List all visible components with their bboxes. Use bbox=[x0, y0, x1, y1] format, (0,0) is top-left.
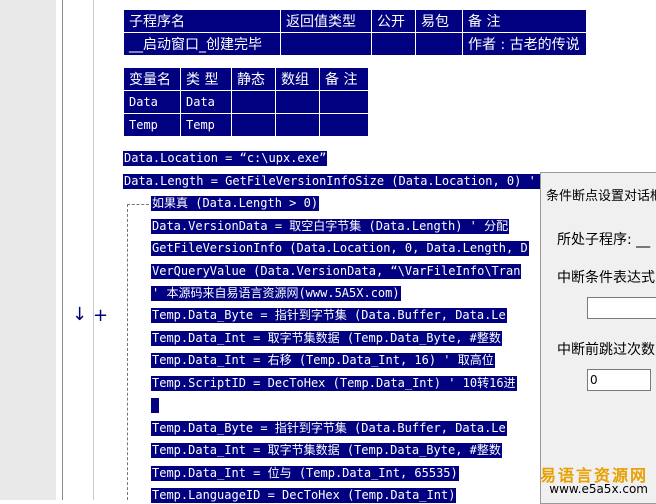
code-line[interactable]: Temp.Data_Int = 位与 (Temp.Data_Int, 65535… bbox=[151, 466, 459, 481]
header-cell: 返回值类型 bbox=[280, 9, 372, 33]
public-cell[interactable] bbox=[371, 32, 416, 56]
subprogram-comment[interactable]: 作者 : 古老的传说 bbox=[462, 32, 587, 56]
subprogram-row[interactable]: __启动窗口_创建完毕 作者 : 古老的传说 bbox=[123, 32, 587, 56]
code-line[interactable]: Data.Location = “c:\upx.exe” bbox=[123, 151, 328, 166]
variable-header-row: 变量名 类 型 静态 数组 备 注 bbox=[123, 67, 369, 91]
variable-type[interactable]: Data bbox=[180, 90, 232, 114]
static-cell[interactable] bbox=[231, 90, 276, 114]
header-cell: 数组 bbox=[275, 67, 320, 91]
subprogram-header-row: 子程序名 返回值类型 公开 易包 备 注 bbox=[123, 9, 587, 33]
code-line[interactable]: Data.Length = GetFileVersionInfoSize (Da… bbox=[123, 174, 581, 189]
code-line[interactable]: Data.VersionData = 取空白字节集 (Data.Length) … bbox=[151, 219, 510, 234]
code-line[interactable]: Temp.Data_Int = 右移 (Temp.Data_Int, 16) '… bbox=[151, 353, 495, 368]
breakpoint-arrow-icon[interactable]: ↓ bbox=[72, 304, 87, 325]
header-cell: 静态 bbox=[231, 67, 276, 91]
ebao-cell[interactable] bbox=[415, 32, 463, 56]
code-line[interactable]: VerQueryValue (Data.VersionData, “\VarFi… bbox=[151, 264, 522, 279]
expand-icon[interactable]: + bbox=[93, 305, 108, 326]
header-cell: 类 型 bbox=[180, 67, 232, 91]
code-line[interactable]: Temp.Data_Int = 取字节集数据 (Temp.Data_Byte, … bbox=[151, 443, 502, 458]
dialog-title: 条件断点设置对话框 bbox=[546, 189, 656, 204]
code-line[interactable]: Temp.LanguageID = DecToHex (Temp.Data_In… bbox=[151, 488, 457, 503]
left-panel-strip bbox=[0, 0, 56, 500]
variable-name[interactable]: Temp bbox=[123, 113, 181, 137]
conditional-breakpoint-dialog: 条件断点设置对话框 所处子程序: __ 中断条件表达式 中断前跳过次数 bbox=[540, 172, 656, 504]
empty-line-cursor[interactable] bbox=[151, 398, 159, 413]
subprogram-name[interactable]: __启动窗口_创建完毕 bbox=[123, 32, 281, 56]
header-cell: 备 注 bbox=[462, 9, 587, 33]
array-cell[interactable] bbox=[275, 113, 320, 137]
return-type-cell[interactable] bbox=[280, 32, 372, 56]
header-cell: 变量名 bbox=[123, 67, 181, 91]
subprogram-label: 所处子程序: __ bbox=[557, 232, 651, 248]
header-cell: 子程序名 bbox=[123, 9, 281, 33]
gutter-divider bbox=[62, 0, 63, 500]
variable-type[interactable]: Temp bbox=[180, 113, 232, 137]
subprogram-table: 子程序名 返回值类型 公开 易包 备 注 __启动窗口_创建完毕 作者 : 古老… bbox=[123, 9, 587, 56]
variable-table: 变量名 类 型 静态 数组 备 注 Data Data Temp Temp bbox=[123, 67, 369, 137]
code-margin-line bbox=[93, 0, 94, 500]
condition-label: 中断条件表达式 bbox=[557, 270, 655, 286]
header-cell: 公开 bbox=[371, 9, 416, 33]
site-watermark: 易语言资源网 www.e5a5x.com bbox=[540, 462, 656, 500]
variable-row[interactable]: Temp Temp bbox=[123, 113, 369, 137]
code-line[interactable]: Temp.Data_Byte = 指针到字节集 (Data.Buffer, Da… bbox=[151, 421, 507, 436]
comment-cell[interactable] bbox=[319, 90, 369, 114]
header-cell: 易包 bbox=[415, 9, 463, 33]
code-line[interactable]: Temp.Data_Byte = 指针到字节集 (Data.Buffer, Da… bbox=[151, 308, 507, 323]
variable-row[interactable]: Data Data bbox=[123, 90, 369, 114]
variable-name[interactable]: Data bbox=[123, 90, 181, 114]
code-line-if[interactable]: 如果真 (Data.Length > 0) bbox=[151, 196, 320, 211]
code-line-comment[interactable]: ' 本源码来自易语言资源网(www.5A5X.com) bbox=[151, 286, 401, 301]
array-cell[interactable] bbox=[275, 90, 320, 114]
comment-cell[interactable] bbox=[319, 113, 369, 137]
header-cell: 备 注 bbox=[319, 67, 369, 91]
block-guide-branch bbox=[127, 204, 149, 205]
code-line[interactable]: GetFileVersionInfo (Data.Location, 0, Da… bbox=[151, 241, 529, 256]
block-guide-line bbox=[127, 204, 128, 500]
skip-count-label: 中断前跳过次数 bbox=[557, 342, 655, 358]
static-cell[interactable] bbox=[231, 113, 276, 137]
watermark-url: www.e5a5x.com bbox=[549, 482, 648, 496]
skip-count-input[interactable] bbox=[587, 369, 651, 391]
code-line[interactable]: Temp.Data_Int = 取字节集数据 (Temp.Data_Byte, … bbox=[151, 331, 502, 346]
condition-expression-input[interactable] bbox=[587, 297, 656, 319]
code-line[interactable]: Temp.ScriptID = DecToHex (Temp.Data_Int)… bbox=[151, 376, 517, 391]
